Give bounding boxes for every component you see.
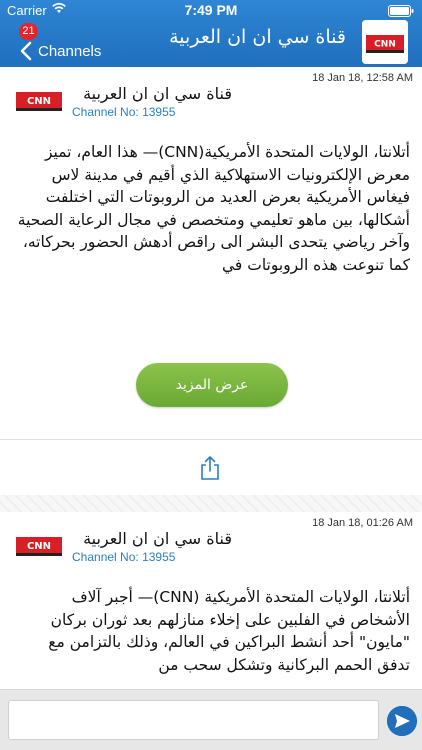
message-input-bar xyxy=(0,689,422,750)
channel-number-value[interactable]: 13955 xyxy=(142,550,175,564)
channel-number: Channel No: 13955 xyxy=(72,550,175,564)
message-feed[interactable]: 18 Jan 18, 12:58 AM CNN قناة سي ان ان ال… xyxy=(0,67,422,689)
message-body: أتلانتا، الولايات المتحدة الأمريكية (CNN… xyxy=(48,588,410,674)
back-button-label: Channels xyxy=(38,42,102,60)
battery-icon xyxy=(388,5,414,20)
svg-text:CNN: CNN xyxy=(374,40,396,50)
status-time: 7:49 PM xyxy=(184,2,238,18)
channel-number-value[interactable]: 13955 xyxy=(142,105,175,119)
cnn-arabic-logo-icon: CNN xyxy=(16,535,62,557)
message-input[interactable] xyxy=(8,700,379,740)
svg-text:CNN: CNN xyxy=(27,96,51,107)
channel-number-label: Channel No: xyxy=(72,105,139,119)
channel-number: Channel No: 13955 xyxy=(72,105,175,119)
send-button[interactable] xyxy=(387,706,417,736)
message-card: 18 Jan 18, 12:58 AM CNN قناة سي ان ان ال… xyxy=(0,67,422,495)
navigation-bar: Carrier 7:49 PM 21 Channels قناة سي ان ا… xyxy=(0,0,422,67)
background-pattern xyxy=(0,495,422,512)
channel-logo-icon[interactable]: CNN xyxy=(362,20,408,64)
message-body: أتلانتا، الولايات المتحدة الأمريكية(CNN)… xyxy=(17,143,410,274)
show-more-button[interactable]: عرض المزيد xyxy=(136,363,288,407)
channel-name: قناة سي ان ان العربية xyxy=(83,529,232,548)
share-icon[interactable] xyxy=(199,455,221,481)
message-date: 18 Jan 18, 01:26 AM xyxy=(312,517,413,529)
svg-text:CNN: CNN xyxy=(27,541,51,552)
send-icon xyxy=(387,706,417,736)
chevron-left-icon xyxy=(20,41,32,61)
message-card: 18 Jan 18, 01:26 AM CNN قناة سي ان ان ال… xyxy=(0,512,422,689)
cnn-arabic-logo-icon: CNN xyxy=(16,90,62,112)
divider xyxy=(0,439,422,440)
page-title: قناة سي ان ان العربية xyxy=(169,26,346,48)
status-bar: Carrier 7:49 PM xyxy=(0,0,422,20)
back-button[interactable]: Channels xyxy=(18,40,101,62)
channel-name: قناة سي ان ان العربية xyxy=(83,84,232,103)
unread-count-badge: 21 xyxy=(19,23,38,40)
channel-number-label: Channel No: xyxy=(72,550,139,564)
message-date: 18 Jan 18, 12:58 AM xyxy=(312,72,413,84)
